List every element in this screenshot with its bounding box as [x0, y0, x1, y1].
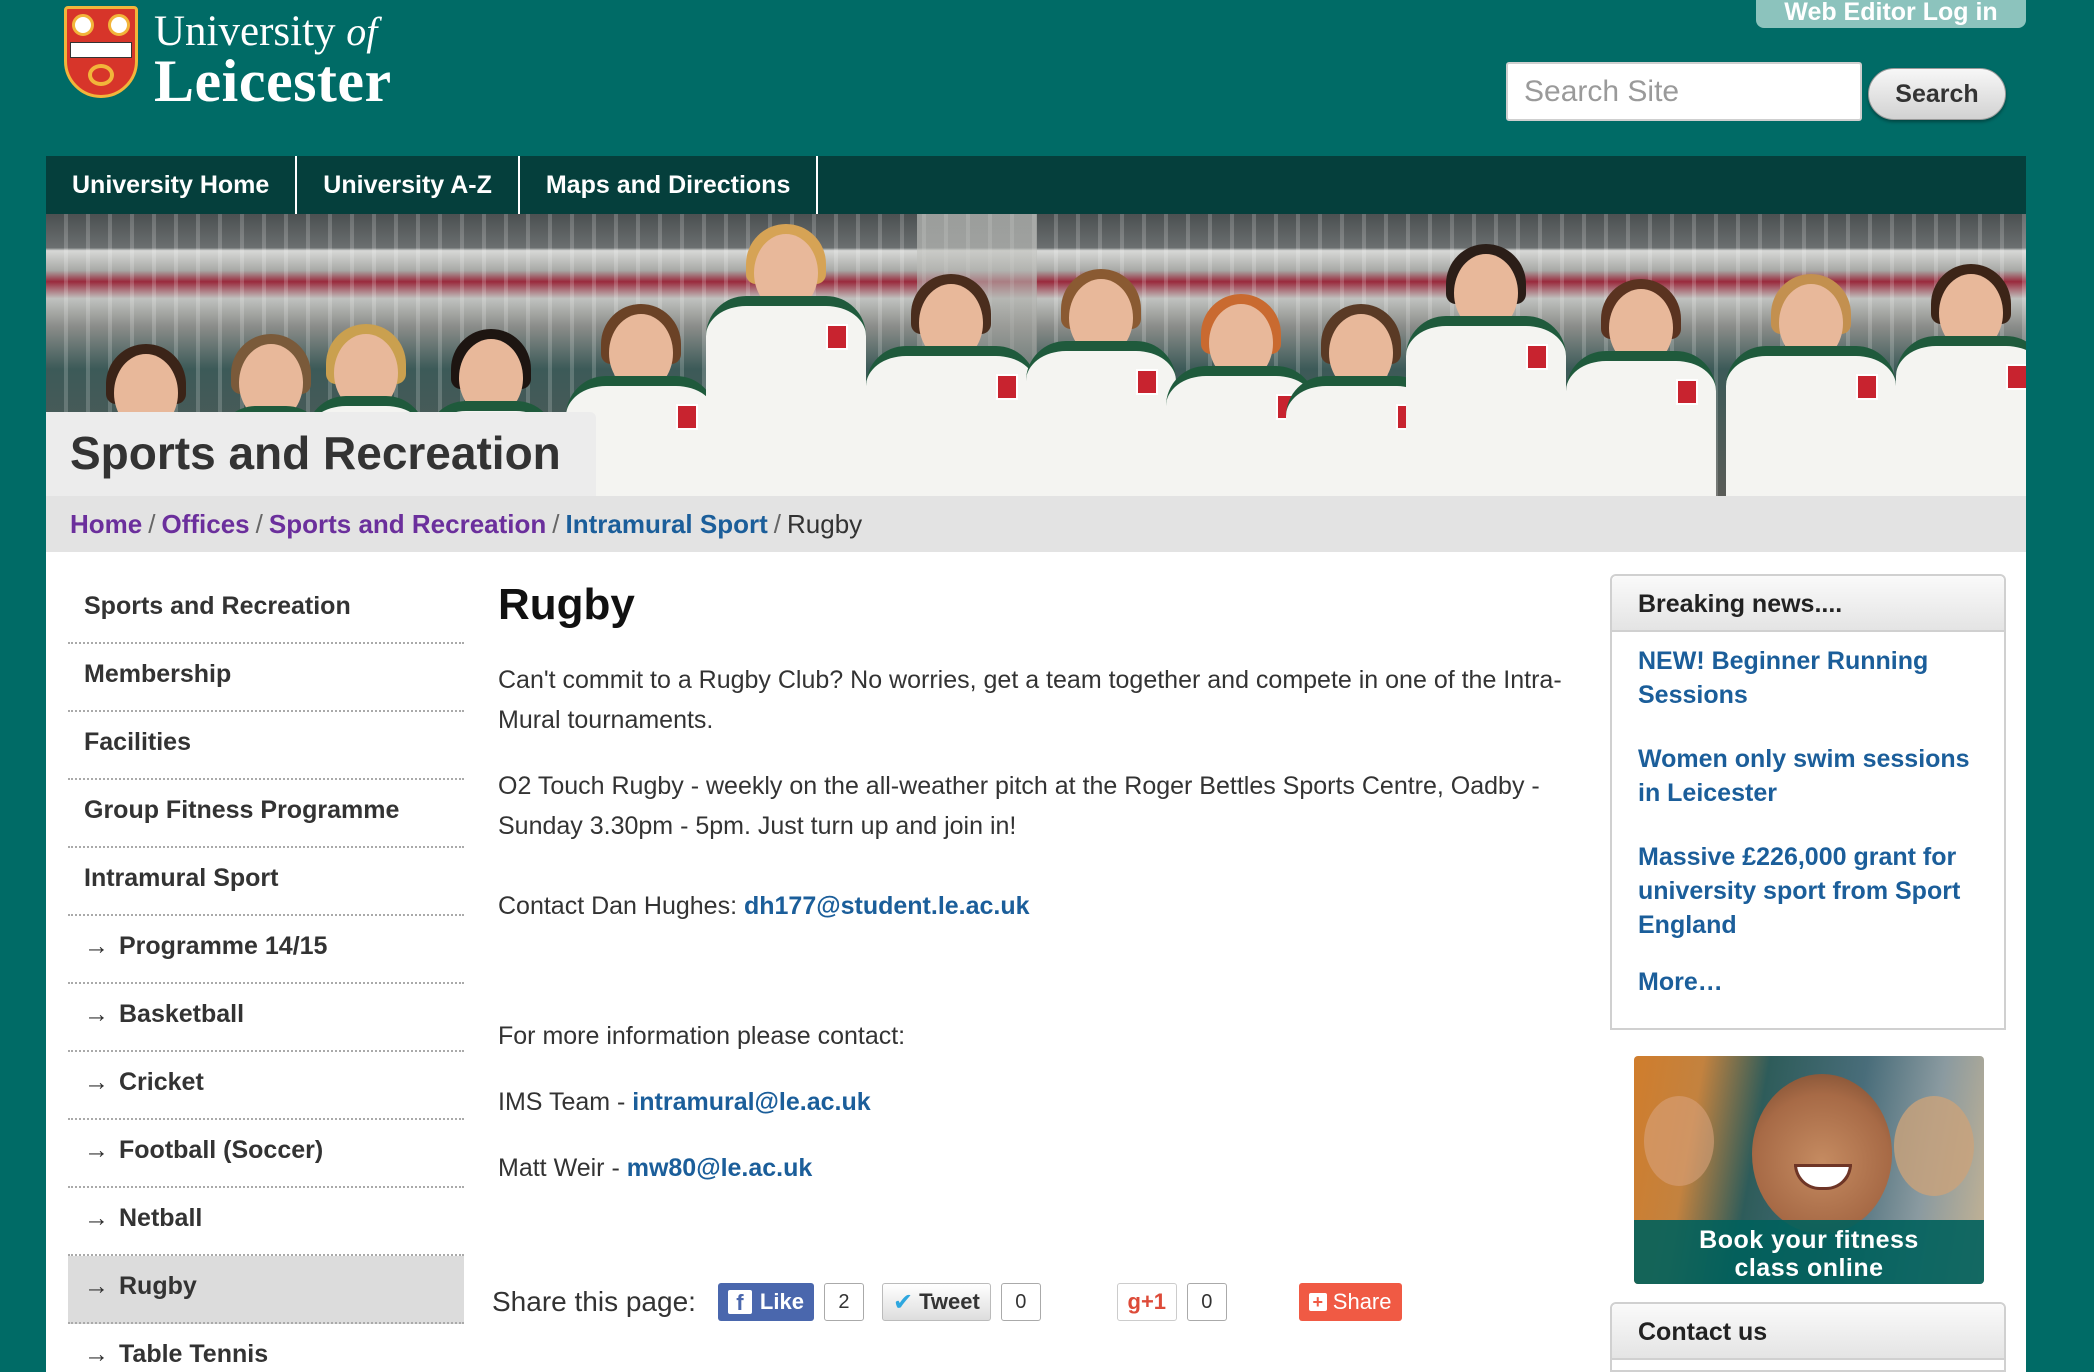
sidebar-item-table-tennis[interactable]: → Table Tennis: [68, 1324, 464, 1372]
facebook-icon: f: [727, 1290, 752, 1315]
sidebar-item-membership[interactable]: Membership: [68, 644, 464, 712]
breadcrumb-home[interactable]: Home: [70, 509, 142, 539]
plus-icon: +: [1308, 1293, 1327, 1311]
breadcrumb-current: Rugby: [787, 509, 863, 539]
ims-email-link[interactable]: intramural@le.ac.uk: [632, 1088, 870, 1116]
university-crest-icon: [64, 6, 138, 98]
section-title[interactable]: Sports and Recreation: [70, 426, 561, 480]
dan-email-link[interactable]: dh177@student.le.ac.uk: [744, 892, 1030, 920]
twitter-bird-icon: ✔: [892, 1288, 914, 1316]
nav-maps-and-directions[interactable]: Maps and Directions: [520, 156, 819, 214]
promo-caption-line1: Book your fitness: [1699, 1226, 1919, 1254]
news-more-link[interactable]: More…: [1638, 968, 1980, 997]
breadcrumb-sports-and-recreation[interactable]: Sports and Recreation: [269, 509, 546, 539]
facebook-like-button[interactable]: f Like: [717, 1283, 814, 1321]
facebook-like-count: 2: [823, 1283, 864, 1321]
sidebar-item-group-fitness[interactable]: Group Fitness Programme: [68, 780, 464, 848]
breaking-news-panel: Breaking news.... NEW! Beginner Running …: [1610, 574, 2006, 1030]
contact-us-panel: Contact us: [1610, 1302, 2006, 1372]
top-navigation: University Home University A-Z Maps and …: [46, 156, 2026, 214]
news-item-sport-england-grant[interactable]: Massive £226,000 grant for university sp…: [1638, 840, 1980, 942]
sidebar-item-netball[interactable]: → Netball: [68, 1188, 464, 1256]
sidebar-item-football[interactable]: → Football (Soccer): [68, 1120, 464, 1188]
page-title: Rugby: [498, 580, 635, 629]
search-input[interactable]: [1506, 62, 1862, 121]
sidebar-item-sports-and-recreation[interactable]: Sports and Recreation: [68, 576, 464, 644]
logo-leicester-text: Leicester: [154, 48, 392, 114]
arrow-right-icon: →: [84, 1000, 109, 1028]
article: Rugby Can't commit to a Rugby Club? No w…: [498, 580, 1578, 1214]
share-button[interactable]: + Share: [1298, 1283, 1402, 1321]
google-plus-button[interactable]: g+1: [1116, 1283, 1177, 1321]
breaking-news-heading: Breaking news....: [1612, 576, 2004, 632]
intro-paragraph: Can't commit to a Rugby Club? No worries…: [498, 666, 1562, 734]
sidebar-item-rugby[interactable]: → Rugby: [68, 1256, 464, 1324]
search-button[interactable]: Search: [1868, 68, 2006, 120]
matt-email-link[interactable]: mw80@le.ac.uk: [627, 1154, 813, 1182]
google-plus-count: 0: [1186, 1283, 1227, 1321]
ims-contact-paragraph: IMS Team - intramural@le.ac.uk: [498, 1088, 871, 1116]
sidebar-item-intramural-sport[interactable]: Intramural Sport: [68, 848, 464, 916]
contact-us-heading: Contact us: [1612, 1304, 2004, 1360]
rugby-player-figure: [1566, 214, 1716, 496]
contact-dan-paragraph: Contact Dan Hughes: dh177@student.le.ac.…: [498, 892, 1030, 920]
more-info-paragraph: For more information please contact:: [498, 1022, 906, 1050]
nav-university-home[interactable]: University Home: [46, 156, 298, 214]
rugby-player-figure: [706, 214, 866, 496]
sidebar-item-facilities[interactable]: Facilities: [68, 712, 464, 780]
section-navigation: Sports and Recreation Membership Facilit…: [68, 576, 464, 1372]
rugby-player-figure: [1726, 214, 1896, 496]
tweet-count: 0: [1000, 1283, 1041, 1321]
share-label: Share this page:: [492, 1286, 696, 1317]
nav-university-a-z[interactable]: University A-Z: [297, 156, 520, 214]
breadcrumb: Home / Offices / Sports and Recreation / Intra…: [46, 496, 2026, 552]
sidebar-item-basketball[interactable]: → Basketball: [68, 984, 464, 1052]
book-fitness-class-banner[interactable]: Book your fitness class online: [1634, 1056, 1984, 1284]
web-editor-login-button[interactable]: Web Editor Log in: [1756, 0, 2026, 28]
sidebar-item-programme[interactable]: → Programme 14/15: [68, 916, 464, 984]
matt-contact-paragraph: Matt Weir - mw80@le.ac.uk: [498, 1154, 813, 1182]
breadcrumb-offices[interactable]: Offices: [161, 509, 249, 539]
tweet-button[interactable]: ✔ Tweet: [881, 1283, 991, 1321]
smiling-man-photo: [1752, 1074, 1892, 1234]
university-logo[interactable]: University of Leicester: [64, 6, 392, 111]
rugby-player-figure: [866, 214, 1036, 496]
arrow-right-icon: →: [84, 1136, 109, 1164]
arrow-right-icon: →: [84, 932, 109, 960]
arrow-right-icon: →: [84, 1204, 109, 1232]
section-title-box: Sports and Recreation: [46, 412, 596, 498]
news-item-beginner-running[interactable]: NEW! Beginner Running Sessions: [1638, 644, 1980, 712]
arrow-right-icon: →: [84, 1340, 109, 1368]
rugby-player-figure: [1026, 214, 1176, 496]
touch-rugby-paragraph: O2 Touch Rugby - weekly on the all-weath…: [498, 772, 1540, 840]
breadcrumb-intramural-sport[interactable]: Intramural Sport: [566, 509, 768, 539]
news-item-women-swim[interactable]: Women only swim sessions in Leicester: [1638, 742, 1980, 810]
share-bar: Share this page: f Like 2 ✔ Tweet 0 g+1 0 …: [492, 1280, 1402, 1324]
rugby-player-figure: [1406, 214, 1566, 496]
arrow-right-icon: →: [84, 1272, 109, 1300]
rugby-player-figure: [1896, 214, 2026, 496]
sidebar-item-cricket[interactable]: → Cricket: [68, 1052, 464, 1120]
promo-caption-line2: class online: [1734, 1254, 1884, 1282]
arrow-right-icon: →: [84, 1068, 109, 1096]
